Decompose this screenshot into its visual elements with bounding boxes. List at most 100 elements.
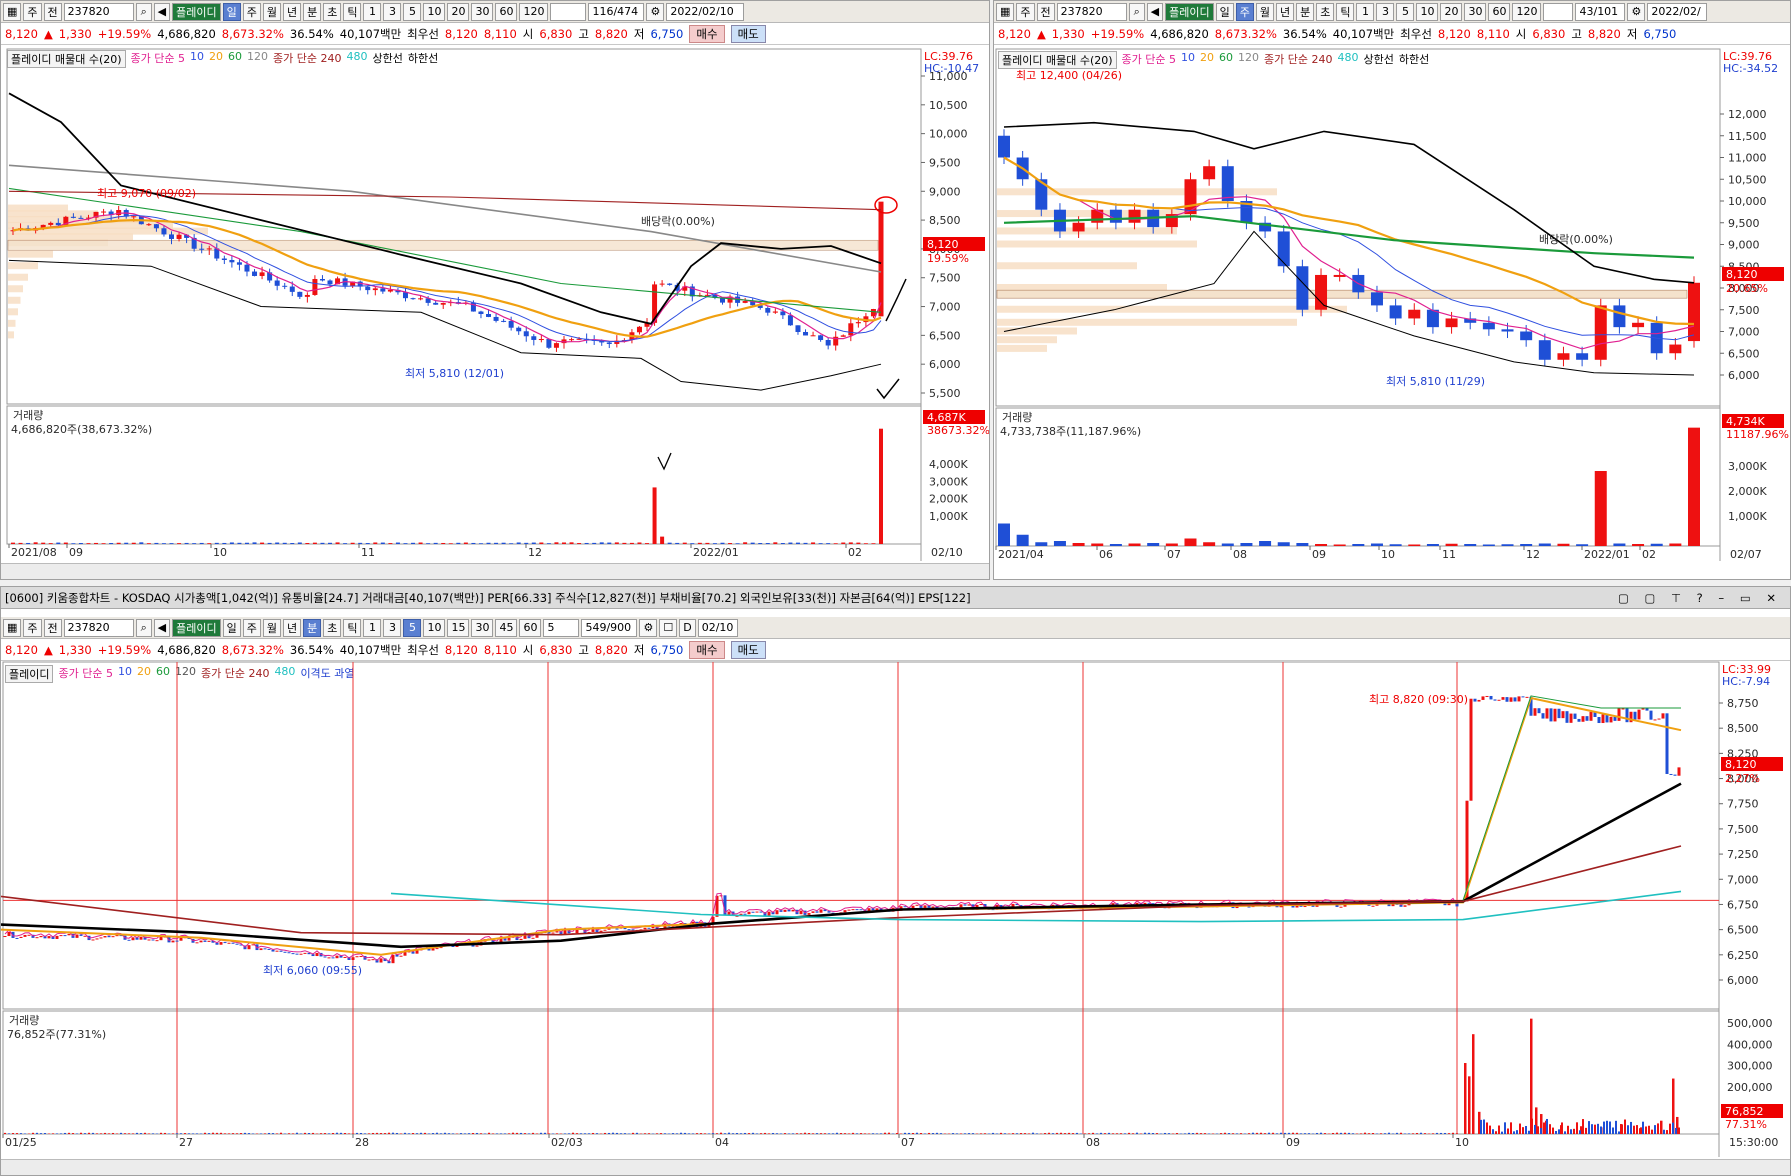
volume-bar — [592, 542, 597, 544]
candle-body — [147, 939, 151, 941]
candle-body — [161, 228, 167, 235]
volume-bar — [1172, 1133, 1174, 1134]
volume-bar — [664, 1133, 666, 1134]
volume-bar — [588, 1133, 590, 1134]
volume-bar — [539, 542, 544, 544]
y-tick-label: 7,000 — [1727, 873, 1759, 886]
candle-body — [418, 298, 424, 300]
candle-body — [855, 322, 861, 324]
volume-bar — [1594, 471, 1607, 546]
ma20-line — [1, 696, 1682, 956]
bollinger-upper-line — [8, 92, 882, 325]
volume-bar — [365, 543, 370, 544]
volume-bar — [84, 1133, 86, 1134]
candle-body — [1585, 716, 1589, 721]
volume-bar — [841, 542, 846, 544]
volume-bar — [244, 1132, 246, 1134]
volume-bar — [1537, 1126, 1539, 1134]
volume-bar — [880, 1133, 882, 1134]
candle-body — [15, 937, 19, 939]
candle-body — [1653, 719, 1657, 721]
candle-body — [229, 259, 235, 263]
volume-bar — [1492, 1129, 1494, 1134]
volume-bar — [196, 1133, 198, 1134]
ma240-line — [1, 845, 1682, 936]
candle-body — [111, 936, 115, 938]
candle-body — [1497, 699, 1501, 701]
candle-body — [1633, 711, 1637, 720]
left-chart-svg[interactable]: 11,00010,50010,0009,5009,0008,5008,0007,… — [1, 1, 990, 580]
candle-body — [795, 325, 801, 332]
candle-body — [1485, 695, 1489, 697]
volume-bar — [1489, 1125, 1491, 1134]
supply-zone-bar — [8, 250, 53, 258]
hand-up-arrow — [885, 278, 907, 322]
annotation-dividend: 배당락(0.00%) — [1539, 233, 1613, 246]
volume-bar — [172, 1133, 174, 1134]
volume-bar — [632, 1132, 634, 1134]
volume-bar — [1277, 542, 1290, 546]
supply-zone-bar — [997, 305, 1347, 313]
volume-bar — [660, 1133, 662, 1134]
candle-body — [1521, 696, 1525, 698]
candle-body — [591, 929, 595, 932]
candle-body — [1520, 331, 1533, 341]
candle-body — [91, 939, 95, 941]
volume-bar — [1528, 1130, 1530, 1134]
volume-bar — [1519, 1123, 1521, 1134]
right-weekly-chart-panel: ▦ 주 전 237820 ⌕ ◀ 플레이디 일 주 월 년 분 초 틱 1 3 … — [993, 0, 1791, 580]
volume-bar — [826, 543, 831, 544]
volume-bar — [1504, 1122, 1506, 1134]
volume-bar — [645, 543, 650, 544]
left-scrollbar[interactable] — [1, 563, 989, 579]
volume-bar — [1280, 1132, 1282, 1134]
bottom-scrollbar[interactable] — [1, 1159, 1790, 1175]
candle-body — [327, 957, 331, 959]
volume-bar — [1420, 1132, 1422, 1134]
candle-body — [146, 224, 152, 226]
volume-bar — [395, 542, 400, 544]
volume-value: 76,852주(77.31%) — [7, 1028, 106, 1041]
candle-body — [355, 956, 359, 958]
volume-bar — [1507, 1128, 1509, 1134]
volume-bar — [1024, 1133, 1026, 1134]
volume-bar — [1624, 1119, 1626, 1134]
y-tick-label: 5,500 — [929, 387, 961, 400]
volume-bar — [56, 1133, 58, 1134]
volume-bar — [1636, 1125, 1638, 1134]
right-chart-svg[interactable]: 12,000 11,500 11,000 10,500 10,000 9,500 9,000… — [994, 1, 1791, 580]
volume-bar — [924, 1133, 926, 1134]
volume-bar — [4, 1132, 6, 1134]
volume-bar — [756, 1133, 758, 1134]
bottom-chart-svg[interactable]: 8,7508,5008,2508,0007,7507,5007,2507,000… — [1, 587, 1791, 1176]
volume-bar — [712, 1133, 714, 1134]
volume-bar — [1372, 1133, 1374, 1134]
x-tick-label: 2022/01 — [1584, 548, 1630, 561]
x-tick-label: 09 — [1286, 1136, 1300, 1149]
volume-bar — [112, 1132, 114, 1134]
volume-bar — [644, 1133, 646, 1134]
volume-bar — [1148, 1132, 1150, 1134]
x-tick-label: 07 — [1167, 548, 1181, 561]
candle-body — [553, 343, 559, 348]
volume-bar — [1109, 544, 1122, 546]
volume-bar — [1336, 1132, 1338, 1134]
volume-bar — [388, 1132, 390, 1134]
volume-bar — [252, 1133, 254, 1134]
volume-bar — [1534, 1124, 1536, 1134]
volume-bar — [1424, 1133, 1426, 1134]
vol-tag-rate: 11187.96% — [1726, 428, 1789, 441]
volume-bar — [364, 1133, 366, 1134]
volume-bar — [928, 1132, 930, 1134]
volume-bar — [1320, 1132, 1322, 1134]
volume-bar — [1259, 541, 1272, 546]
candle-body — [647, 927, 651, 929]
candle-body — [295, 953, 299, 955]
volume-bar — [1140, 1133, 1142, 1134]
volume-bar — [1388, 1132, 1390, 1134]
candle-body — [331, 957, 335, 959]
volume-bar — [1064, 1133, 1066, 1134]
candle-body — [244, 264, 250, 272]
volume-bar — [1573, 1128, 1575, 1134]
candle-body — [755, 911, 759, 913]
